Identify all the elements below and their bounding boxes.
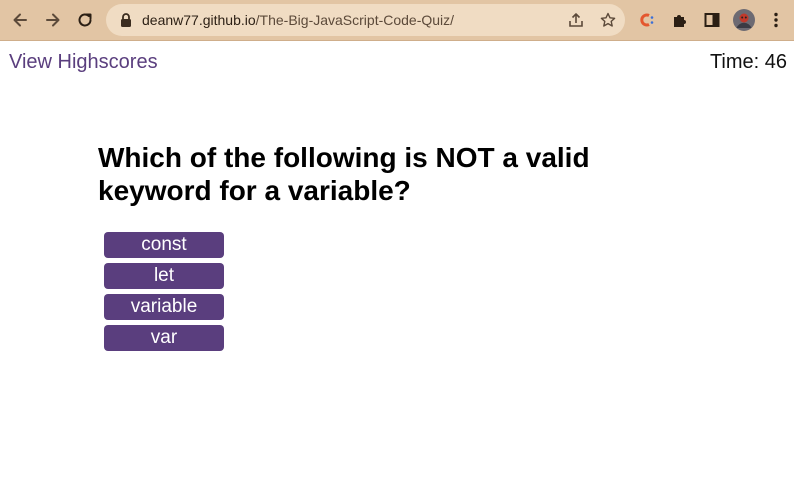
extension-c-icon[interactable] xyxy=(637,10,657,30)
question-text: Which of the following is NOT a valid ke… xyxy=(98,142,590,206)
reload-icon[interactable] xyxy=(73,8,97,32)
forward-icon[interactable] xyxy=(41,8,65,32)
url-text[interactable]: deanw77.github.io/The-Big-JavaScript-Cod… xyxy=(142,4,454,36)
view-highscores-link[interactable]: View Highscores xyxy=(9,51,158,74)
browser-toolbar: deanw77.github.io/The-Big-JavaScript-Cod… xyxy=(0,0,794,41)
url-path: /The-Big-JavaScript-Code-Quiz/ xyxy=(255,12,455,28)
address-bar[interactable]: deanw77.github.io/The-Big-JavaScript-Cod… xyxy=(106,4,625,36)
share-icon[interactable] xyxy=(568,12,584,28)
answer-list: const let variable var xyxy=(104,232,224,356)
answer-button-var[interactable]: var xyxy=(104,325,224,351)
quiz-timer: Time: 46 xyxy=(709,51,787,73)
back-icon[interactable] xyxy=(8,8,32,32)
star-icon[interactable] xyxy=(600,12,616,28)
answer-button-const[interactable]: const xyxy=(104,232,224,258)
lock-icon[interactable] xyxy=(118,12,134,28)
puzzle-icon[interactable] xyxy=(670,10,690,30)
answer-button-let[interactable]: let xyxy=(104,263,224,289)
menu-icon[interactable] xyxy=(766,10,786,30)
answer-button-variable[interactable]: variable xyxy=(104,294,224,320)
sidepanel-icon[interactable] xyxy=(702,10,722,30)
url-host: deanw77.github.io xyxy=(142,12,256,28)
profile-avatar[interactable] xyxy=(733,9,755,31)
